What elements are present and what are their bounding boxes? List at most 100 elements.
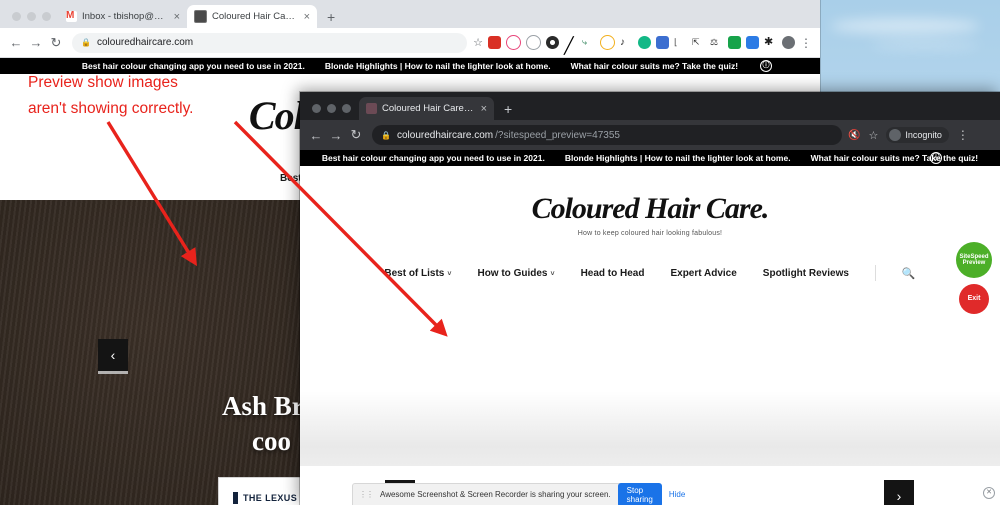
forward-navigation-icon[interactable]: → [26, 35, 46, 50]
extension-icon[interactable] [488, 36, 501, 49]
forward-navigation-icon[interactable]: → [326, 128, 346, 143]
window-maximize-button[interactable] [42, 12, 51, 21]
extension-icon[interactable]: ⇱ [692, 36, 705, 49]
window-maximize-button[interactable] [342, 104, 351, 113]
carousel-next-button[interactable]: › [884, 480, 914, 505]
front-toolbar-icons[interactable]: 🔇 ☆ Incognito ⋮ [848, 127, 971, 143]
leaf-extension-icon[interactable]: ⤷ [582, 36, 595, 49]
extension-icon[interactable] [746, 36, 759, 49]
front-site-nav[interactable]: Best of Lists ˅ How to Guides ˅ Head to He… [300, 265, 1000, 281]
drag-handle-icon[interactable]: ⋮⋮ [359, 490, 374, 499]
screenshot-root: Inbox - tbishop@ezoic.com - × Coloured H… [0, 0, 1000, 505]
extension-icon[interactable] [638, 36, 651, 49]
site-tagline: How to keep coloured hair looking fabulo… [577, 230, 723, 237]
tab-coloured-hair-care[interactable]: Coloured Hair Care. | How to × [187, 5, 317, 28]
sitespeed-preview-button[interactable]: SiteSpeed Preview [956, 242, 992, 278]
front-site-header: Coloured Hair Care. How to keep coloured… [300, 166, 1000, 281]
extension-icon[interactable] [728, 36, 741, 49]
nav-label: Best of Lists [384, 267, 445, 279]
reload-icon[interactable]: ↻ [346, 127, 366, 143]
site-favicon-icon [366, 103, 377, 114]
tab-label: Coloured Hair Care. | How to [382, 103, 474, 114]
nav-item-spotlight-reviews[interactable]: Spotlight Reviews [763, 268, 849, 279]
tab-label: Coloured Hair Care. | How to [212, 11, 297, 22]
chevron-down-icon: ˅ [447, 270, 452, 278]
address-bar-url: colouredhaircare.com [96, 37, 194, 48]
back-navigation-icon[interactable]: ← [6, 35, 26, 50]
address-bar[interactable]: 🔒 colouredhaircare.com [72, 32, 468, 53]
chrome-menu-icon[interactable]: ⋮ [957, 129, 969, 141]
toolbar-icon-group[interactable]: ☆ ╱ ⤷ ♪ ⌊ ⇱ ⚖ ✱ ⋮ [473, 35, 814, 55]
nav-item-expert-advice[interactable]: Expert Advice [670, 268, 736, 279]
window-minimize-button[interactable] [327, 104, 336, 113]
tab-coloured-hair-care[interactable]: Coloured Hair Care. | How to × [359, 97, 494, 120]
window-close-button[interactable] [12, 12, 21, 21]
back-tab-strip[interactable]: Inbox - tbishop@ezoic.com - × Coloured H… [0, 0, 820, 28]
screen-share-bar[interactable]: ⋮⋮ Awesome Screenshot & Screen Recorder … [352, 482, 685, 505]
new-tab-button[interactable]: + [317, 10, 343, 28]
incognito-badge[interactable]: Incognito [886, 127, 949, 143]
window-close-button[interactable] [312, 104, 321, 113]
tab-label: Inbox - tbishop@ezoic.com - [82, 11, 167, 22]
music-extension-icon[interactable]: ♪ [620, 36, 633, 49]
nav-label: How to Guides [477, 267, 548, 279]
tab-close-icon[interactable]: × [304, 11, 310, 23]
nav-item-how-to-guides[interactable]: How to Guides˅ [477, 268, 554, 279]
site-logo[interactable]: Coloured Hair Care. [300, 192, 1000, 226]
front-tab-strip[interactable]: Coloured Hair Care. | How to × + [300, 92, 1000, 120]
bookmark-star-icon[interactable]: ☆ [868, 129, 878, 142]
cloud-shape [830, 18, 980, 34]
tab-close-icon[interactable]: × [174, 11, 180, 23]
nav-item-best-of-lists[interactable]: Best of Lists˅ [384, 268, 451, 279]
window-minimize-button[interactable] [27, 12, 36, 21]
extension-icon[interactable] [656, 36, 669, 49]
ticker-item[interactable]: Best hair colour changing app you need t… [82, 61, 305, 71]
incognito-label: Incognito [905, 130, 942, 140]
pen-extension-icon[interactable]: ╱ [564, 36, 577, 55]
new-tab-button[interactable]: + [494, 102, 520, 120]
share-message: Awesome Screenshot & Screen Recorder is … [380, 490, 611, 499]
stop-sharing-button[interactable]: Stop sharing [617, 482, 662, 505]
extension-icon[interactable] [526, 35, 541, 50]
incognito-browser-window[interactable]: Coloured Hair Care. | How to × + ← → ↻ 🔒… [300, 92, 1000, 505]
address-bar-domain: colouredhaircare.com [396, 129, 494, 141]
tab-gmail[interactable]: Inbox - tbishop@ezoic.com - × [59, 5, 187, 28]
search-icon[interactable]: 🔍 [902, 267, 916, 280]
ticker-item[interactable]: Blonde Highlights | How to nail the ligh… [325, 61, 551, 71]
cloud-shape [870, 40, 980, 50]
extension-icon[interactable]: ⌊ [674, 36, 687, 49]
profile-avatar[interactable] [782, 36, 795, 49]
mute-tab-icon[interactable]: 🔇 [848, 130, 860, 141]
site-favicon-icon [194, 10, 207, 23]
extension-icon[interactable] [600, 35, 615, 50]
hide-button[interactable]: Hide [669, 490, 685, 499]
nav-divider [874, 265, 876, 281]
back-toolbar[interactable]: ← → ↻ 🔒 colouredhaircare.com ☆ ╱ ⤷ ♪ ⌊ ⇱… [0, 28, 820, 58]
ad-close-icon[interactable]: ✕ [983, 487, 995, 499]
address-bar[interactable]: 🔒 colouredhaircare.com /?sitespeed_previ… [372, 125, 842, 145]
ticker-item[interactable]: What hair colour suits me? Take the quiz… [811, 153, 979, 163]
extension-icon[interactable] [506, 35, 521, 50]
lexus-bar-icon [233, 492, 238, 504]
nav-item-head-to-head[interactable]: Head to Head [581, 268, 645, 279]
lock-icon: 🔒 [81, 38, 91, 47]
front-site-ticker[interactable]: Best hair colour changing app you need t… [300, 150, 1000, 166]
tab-close-icon[interactable]: × [481, 103, 487, 115]
window-controls[interactable] [4, 12, 59, 28]
sitespeed-exit-button[interactable]: Exit [959, 284, 989, 314]
window-controls[interactable] [304, 104, 359, 120]
carousel-prev-button[interactable]: ‹ [98, 339, 128, 371]
chrome-menu-icon[interactable]: ⋮ [800, 37, 812, 49]
reload-icon[interactable]: ↻ [46, 35, 66, 51]
ticker-marker-icon: ⓘ [760, 60, 772, 72]
back-site-ticker[interactable]: Best hair colour changing app you need t… [0, 58, 820, 74]
ticker-item[interactable]: Best hair colour changing app you need t… [322, 153, 545, 163]
bookmark-star-icon[interactable]: ☆ [473, 36, 483, 49]
puzzle-extension-icon[interactable]: ✱ [764, 36, 777, 49]
back-navigation-icon[interactable]: ← [306, 128, 326, 143]
front-toolbar[interactable]: ← → ↻ 🔒 colouredhaircare.com /?sitespeed… [300, 120, 1000, 150]
camera-extension-icon[interactable] [546, 36, 559, 49]
extension-icon[interactable]: ⚖ [710, 36, 723, 49]
ticker-item[interactable]: Blonde Highlights | How to nail the ligh… [565, 153, 791, 163]
ticker-item[interactable]: What hair colour suits me? Take the quiz… [571, 61, 739, 71]
